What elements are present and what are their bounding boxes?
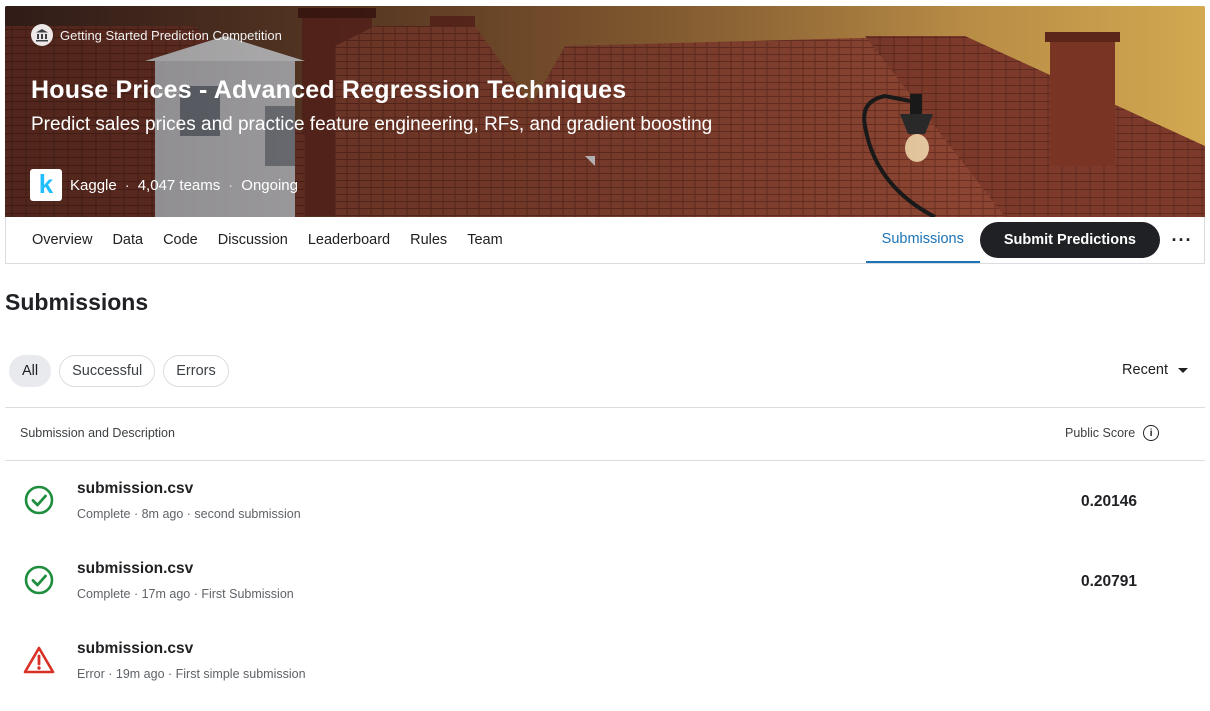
tab-discussion[interactable]: Discussion	[218, 232, 288, 248]
submission-description: Error · 19m ago · First simple submissio…	[77, 667, 306, 681]
submission-row[interactable]: submission.csv Complete · 8m ago · secon…	[5, 460, 1205, 540]
submission-file-name[interactable]: submission.csv	[77, 560, 193, 578]
public-score: 0.20791	[1081, 573, 1138, 590]
competition-header: Getting Started Prediction Competition H…	[5, 6, 1205, 217]
competition-type-label: Getting Started Prediction Competition	[60, 27, 282, 43]
competition-subtitle: Predict sales prices and practice featur…	[31, 114, 713, 135]
more-options-icon[interactable]: ···	[1160, 230, 1204, 251]
competition-tabs: Overview Data Code Discussion Leaderboar…	[32, 232, 503, 248]
tab-code[interactable]: Code	[163, 232, 198, 248]
caret-down-icon	[1178, 367, 1188, 373]
filter-errors-chip[interactable]: Errors	[163, 355, 229, 387]
submit-predictions-button[interactable]: Submit Predictions	[979, 222, 1160, 258]
submission-description: Complete · 17m ago · First Submission	[77, 587, 294, 601]
check-circle-icon	[24, 485, 54, 515]
tab-leaderboard[interactable]: Leaderboard	[308, 232, 390, 248]
kaggle-logo[interactable]: k	[30, 169, 62, 201]
submission-file-name[interactable]: submission.csv	[77, 640, 193, 658]
filter-successful-chip[interactable]: Successful	[59, 355, 156, 387]
column-header-submission: Submission and Description	[20, 426, 175, 440]
submission-row[interactable]: submission.csv Complete · 17m ago · Firs…	[5, 540, 1205, 620]
sort-dropdown[interactable]: Recent	[1122, 362, 1188, 378]
separator: ·	[228, 176, 234, 194]
competition-tab-bar: Overview Data Code Discussion Leaderboar…	[5, 217, 1205, 264]
public-score: 0.20146	[1081, 493, 1138, 510]
divider	[5, 407, 1205, 408]
host-name[interactable]: Kaggle	[70, 177, 117, 194]
submission-file-name[interactable]: submission.csv	[77, 480, 193, 498]
competition-meta: k Kaggle · 4,047 teams · Ongoing	[30, 169, 298, 201]
tab-submissions[interactable]: Submissions	[865, 217, 980, 263]
tab-rules[interactable]: Rules	[410, 232, 447, 248]
tab-team[interactable]: Team	[467, 232, 502, 248]
tab-data[interactable]: Data	[112, 232, 143, 248]
submission-filters: All Successful Errors	[9, 355, 229, 387]
competition-type: Getting Started Prediction Competition	[31, 24, 282, 46]
sort-label: Recent	[1122, 362, 1168, 378]
filter-all-chip[interactable]: All	[9, 355, 52, 387]
tab-overview[interactable]: Overview	[32, 232, 92, 248]
page-title: Submissions	[5, 289, 149, 315]
separator: ·	[124, 176, 130, 194]
column-header-score: Public Score i	[1065, 425, 1160, 441]
submission-row[interactable]: submission.csv Error · 19m ago · First s…	[5, 620, 1205, 700]
team-count: 4,047 teams	[137, 176, 221, 194]
submission-description: Complete · 8m ago · second submission	[77, 507, 301, 521]
competition-title: House Prices - Advanced Regression Techn…	[31, 76, 627, 104]
column-header-score-label: Public Score	[1065, 426, 1136, 440]
competition-status: Ongoing	[241, 176, 298, 194]
bank-icon	[31, 24, 53, 46]
warning-triangle-icon	[23, 646, 55, 674]
check-circle-icon	[24, 565, 54, 595]
info-icon[interactable]: i	[1143, 425, 1160, 441]
